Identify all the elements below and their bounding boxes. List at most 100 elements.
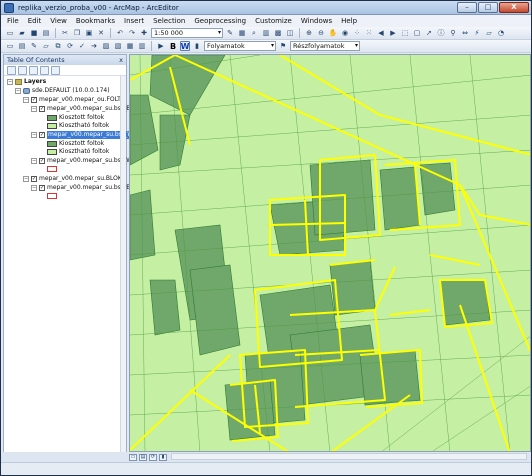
legend-swatch[interactable] (47, 149, 57, 155)
data-view-icon[interactable]: ▭ (129, 453, 137, 461)
python-icon[interactable]: ▩ (273, 28, 283, 38)
select-features-icon[interactable]: ⬚ (400, 28, 410, 38)
menu-windows[interactable]: Windows (301, 17, 332, 25)
select-elements-icon[interactable]: ➚ (424, 28, 434, 38)
open-folder-icon[interactable]: ▰ (17, 28, 27, 38)
new-map-icon[interactable]: ▭ (5, 41, 15, 51)
process-combo[interactable]: Folyamatok (204, 41, 276, 51)
layer-visibility-checkbox[interactable]: ✓ (39, 132, 45, 138)
sync-icon[interactable]: ⟳ (65, 41, 75, 51)
menu-bookmarks[interactable]: Bookmarks (76, 17, 115, 25)
collapse-icon[interactable]: − (31, 106, 37, 112)
add-data-icon[interactable]: ✚ (139, 28, 149, 38)
print-icon[interactable]: ▤ (41, 28, 51, 38)
legend-swatch[interactable] (47, 193, 57, 199)
redo-icon[interactable]: ↷ (127, 28, 137, 38)
menu-customize[interactable]: Customize (255, 17, 292, 25)
legend-swatch[interactable] (47, 166, 57, 172)
check-icon[interactable]: ✓ (77, 41, 87, 51)
time-slider-icon[interactable]: ◔ (496, 28, 506, 38)
layout-view-icon[interactable]: ▤ (139, 453, 147, 461)
layer-visibility-checkbox[interactable]: ✓ (39, 106, 45, 112)
full-extent-icon[interactable]: ◉ (340, 28, 350, 38)
save-icon[interactable]: ■ (29, 28, 39, 38)
toc-layer-blokk-b[interactable]: − ✓ mepar_v00.mepar_su.bst_B (31, 184, 130, 192)
collapse-icon[interactable]: − (7, 79, 13, 85)
menu-insert[interactable]: Insert (124, 17, 144, 25)
model-builder-icon[interactable]: ◫ (285, 28, 295, 38)
forward-extent-icon[interactable]: ▶ (388, 28, 398, 38)
parcel[interactable] (379, 166, 421, 231)
layout-icon[interactable]: ▤ (17, 41, 27, 51)
toc-layers-node[interactable]: − Layers (7, 78, 46, 86)
collapse-icon[interactable]: − (31, 185, 37, 191)
eraser-icon[interactable]: ▱ (41, 41, 51, 51)
layer-visibility-checkbox[interactable]: ✓ (39, 158, 45, 164)
zoom-out-icon[interactable]: ⊖ (316, 28, 326, 38)
tool-a-icon[interactable]: ▨ (101, 41, 111, 51)
legend-swatch[interactable] (47, 115, 57, 121)
map-scale-combo[interactable]: 1:50 000 (151, 28, 223, 38)
toc-group-blokk[interactable]: − ✓ mepar_v00.mepar_su.BLOKK (23, 175, 126, 183)
minimize-button[interactable]: – (457, 2, 477, 13)
list-by-drawing-order-icon[interactable] (7, 66, 16, 75)
fixed-zoom-in-icon[interactable]: ⁘ (352, 28, 362, 38)
parcel[interactable] (149, 279, 181, 336)
map-display[interactable] (129, 54, 531, 452)
menu-geoprocessing[interactable]: Geoprocessing (194, 17, 246, 25)
zoom-in-icon[interactable]: ⊕ (304, 28, 314, 38)
collapse-icon[interactable]: − (31, 132, 37, 138)
pan-icon[interactable]: ✋ (328, 28, 338, 38)
layer-visibility-checkbox[interactable]: ✓ (31, 97, 37, 103)
list-by-visibility-icon[interactable] (29, 66, 38, 75)
toc-group-folt[interactable]: − ✓ mepar_v00.mepar_ou.FOLT (23, 96, 121, 104)
new-document-icon[interactable]: ▭ (5, 28, 15, 38)
fixed-zoom-out-icon[interactable]: ⁙ (364, 28, 374, 38)
tool-b-icon[interactable]: ▧ (113, 41, 123, 51)
copy-icon[interactable]: ❐ (72, 28, 82, 38)
list-by-source-icon[interactable] (18, 66, 27, 75)
legend-swatch[interactable] (47, 141, 57, 147)
replica-icon[interactable]: ⧉ (53, 41, 63, 51)
html-popup-icon[interactable]: ▱ (484, 28, 494, 38)
menu-file[interactable]: File (7, 17, 19, 25)
collapse-icon[interactable]: − (23, 97, 29, 103)
subprocess-combo[interactable]: Részfolyamatok (290, 41, 360, 51)
editor-icon[interactable]: ✎ (225, 28, 235, 38)
clear-selection-icon[interactable]: ▢ (412, 28, 422, 38)
list-by-selection-icon[interactable] (40, 66, 49, 75)
map-canvas[interactable] (130, 55, 531, 452)
layer-visibility-checkbox[interactable]: ✓ (39, 185, 45, 191)
collapse-icon[interactable]: − (15, 88, 21, 94)
process-flag-icon[interactable]: ⚑ (278, 41, 288, 51)
menu-selection[interactable]: Selection (153, 17, 185, 25)
parcel[interactable] (359, 349, 421, 406)
menu-view[interactable]: View (50, 17, 67, 25)
menu-help[interactable]: Help (341, 17, 357, 25)
toc-layer-bst-w-2[interactable]: − ✓ mepar_v00.mepar_su.bst_W (31, 157, 132, 165)
version-w-button[interactable]: W (180, 41, 190, 51)
legend-swatch[interactable] (47, 123, 57, 129)
maximize-button[interactable]: □ (478, 2, 498, 13)
toc-db-node[interactable]: − sde.DEFAULT (10.0.0.174) (15, 87, 110, 95)
refresh-icon[interactable]: ⟳ (149, 453, 157, 461)
map-horizontal-scrollbar[interactable] (171, 453, 527, 460)
close-button[interactable]: X (499, 2, 529, 13)
catalog-icon[interactable]: ▦ (237, 28, 247, 38)
toc-options-icon[interactable] (51, 66, 60, 75)
hyperlink-icon[interactable]: ⚡ (472, 28, 482, 38)
tool-d-icon[interactable]: ▥ (137, 41, 147, 51)
arrow-right-icon[interactable]: ➔ (89, 41, 99, 51)
collapse-icon[interactable]: − (31, 158, 37, 164)
collapse-icon[interactable]: − (23, 176, 29, 182)
paste-icon[interactable]: ▣ (84, 28, 94, 38)
version-b-button[interactable]: B (168, 41, 178, 51)
toc-layer-bst-b[interactable]: − ✓ mepar_v00.mepar_su.bst_B (31, 105, 130, 113)
tool-c-icon[interactable]: ▦ (125, 41, 135, 51)
cut-icon[interactable]: ✂ (60, 28, 70, 38)
delete-icon[interactable]: ✕ (96, 28, 106, 38)
toc-scrollbar[interactable] (120, 76, 126, 458)
menu-edit[interactable]: Edit (28, 17, 42, 25)
lock-icon[interactable]: ▮ (192, 41, 202, 51)
layer-visibility-checkbox[interactable]: ✓ (31, 176, 37, 182)
